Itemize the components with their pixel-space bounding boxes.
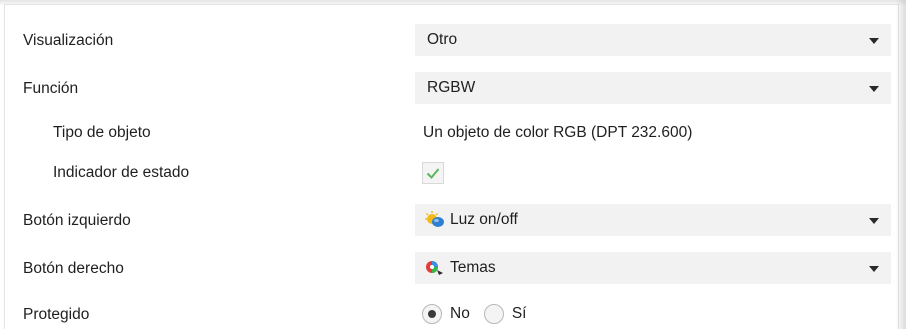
- visualizacion-value: Otro: [427, 31, 458, 48]
- protegido-option-no-label: No: [450, 305, 470, 322]
- light-bulb-sun-icon: [425, 211, 444, 227]
- funcion-select[interactable]: RGBW: [415, 72, 891, 104]
- protegido-option-si-label: Sí: [511, 305, 527, 322]
- indicador-estado-checkbox[interactable]: [422, 162, 444, 184]
- boton-izquierdo-select[interactable]: Luz on/off: [415, 204, 891, 236]
- boton-derecho-label: Botón derecho: [23, 260, 124, 277]
- indicador-estado-label: Indicador de estado: [53, 164, 190, 181]
- visualizacion-select[interactable]: Otro: [415, 24, 891, 56]
- tipo-objeto-value: Un objeto de color RGB (DPT 232.600): [423, 124, 693, 141]
- parameter-panel: Visualización Otro Función RGBW Tipo de …: [4, 4, 899, 329]
- color-themes-icon: [426, 261, 443, 275]
- boton-izquierdo-label: Botón izquierdo: [23, 212, 131, 229]
- protegido-radio-no[interactable]: [422, 304, 442, 324]
- funcion-label: Función: [23, 80, 79, 97]
- chevron-down-icon: [869, 218, 879, 224]
- window-shadow-right: [896, 0, 906, 329]
- chevron-down-icon: [869, 38, 879, 44]
- boton-derecho-select[interactable]: Temas: [415, 252, 891, 284]
- protegido-radio-si[interactable]: [483, 304, 504, 324]
- protegido-label: Protegido: [23, 306, 90, 323]
- visualizacion-label: Visualización: [23, 32, 114, 49]
- funcion-value: RGBW: [427, 79, 476, 96]
- protegido-radio-group: No Sí: [422, 304, 540, 324]
- parameter-window: Visualización Otro Función RGBW Tipo de …: [0, 0, 906, 329]
- chevron-down-icon: [869, 266, 879, 272]
- tipo-objeto-label: Tipo de objeto: [53, 124, 151, 141]
- boton-derecho-value: Temas: [450, 259, 496, 276]
- checkmark-icon: [426, 168, 440, 179]
- chevron-down-icon: [869, 86, 879, 92]
- boton-izquierdo-value: Luz on/off: [450, 211, 518, 228]
